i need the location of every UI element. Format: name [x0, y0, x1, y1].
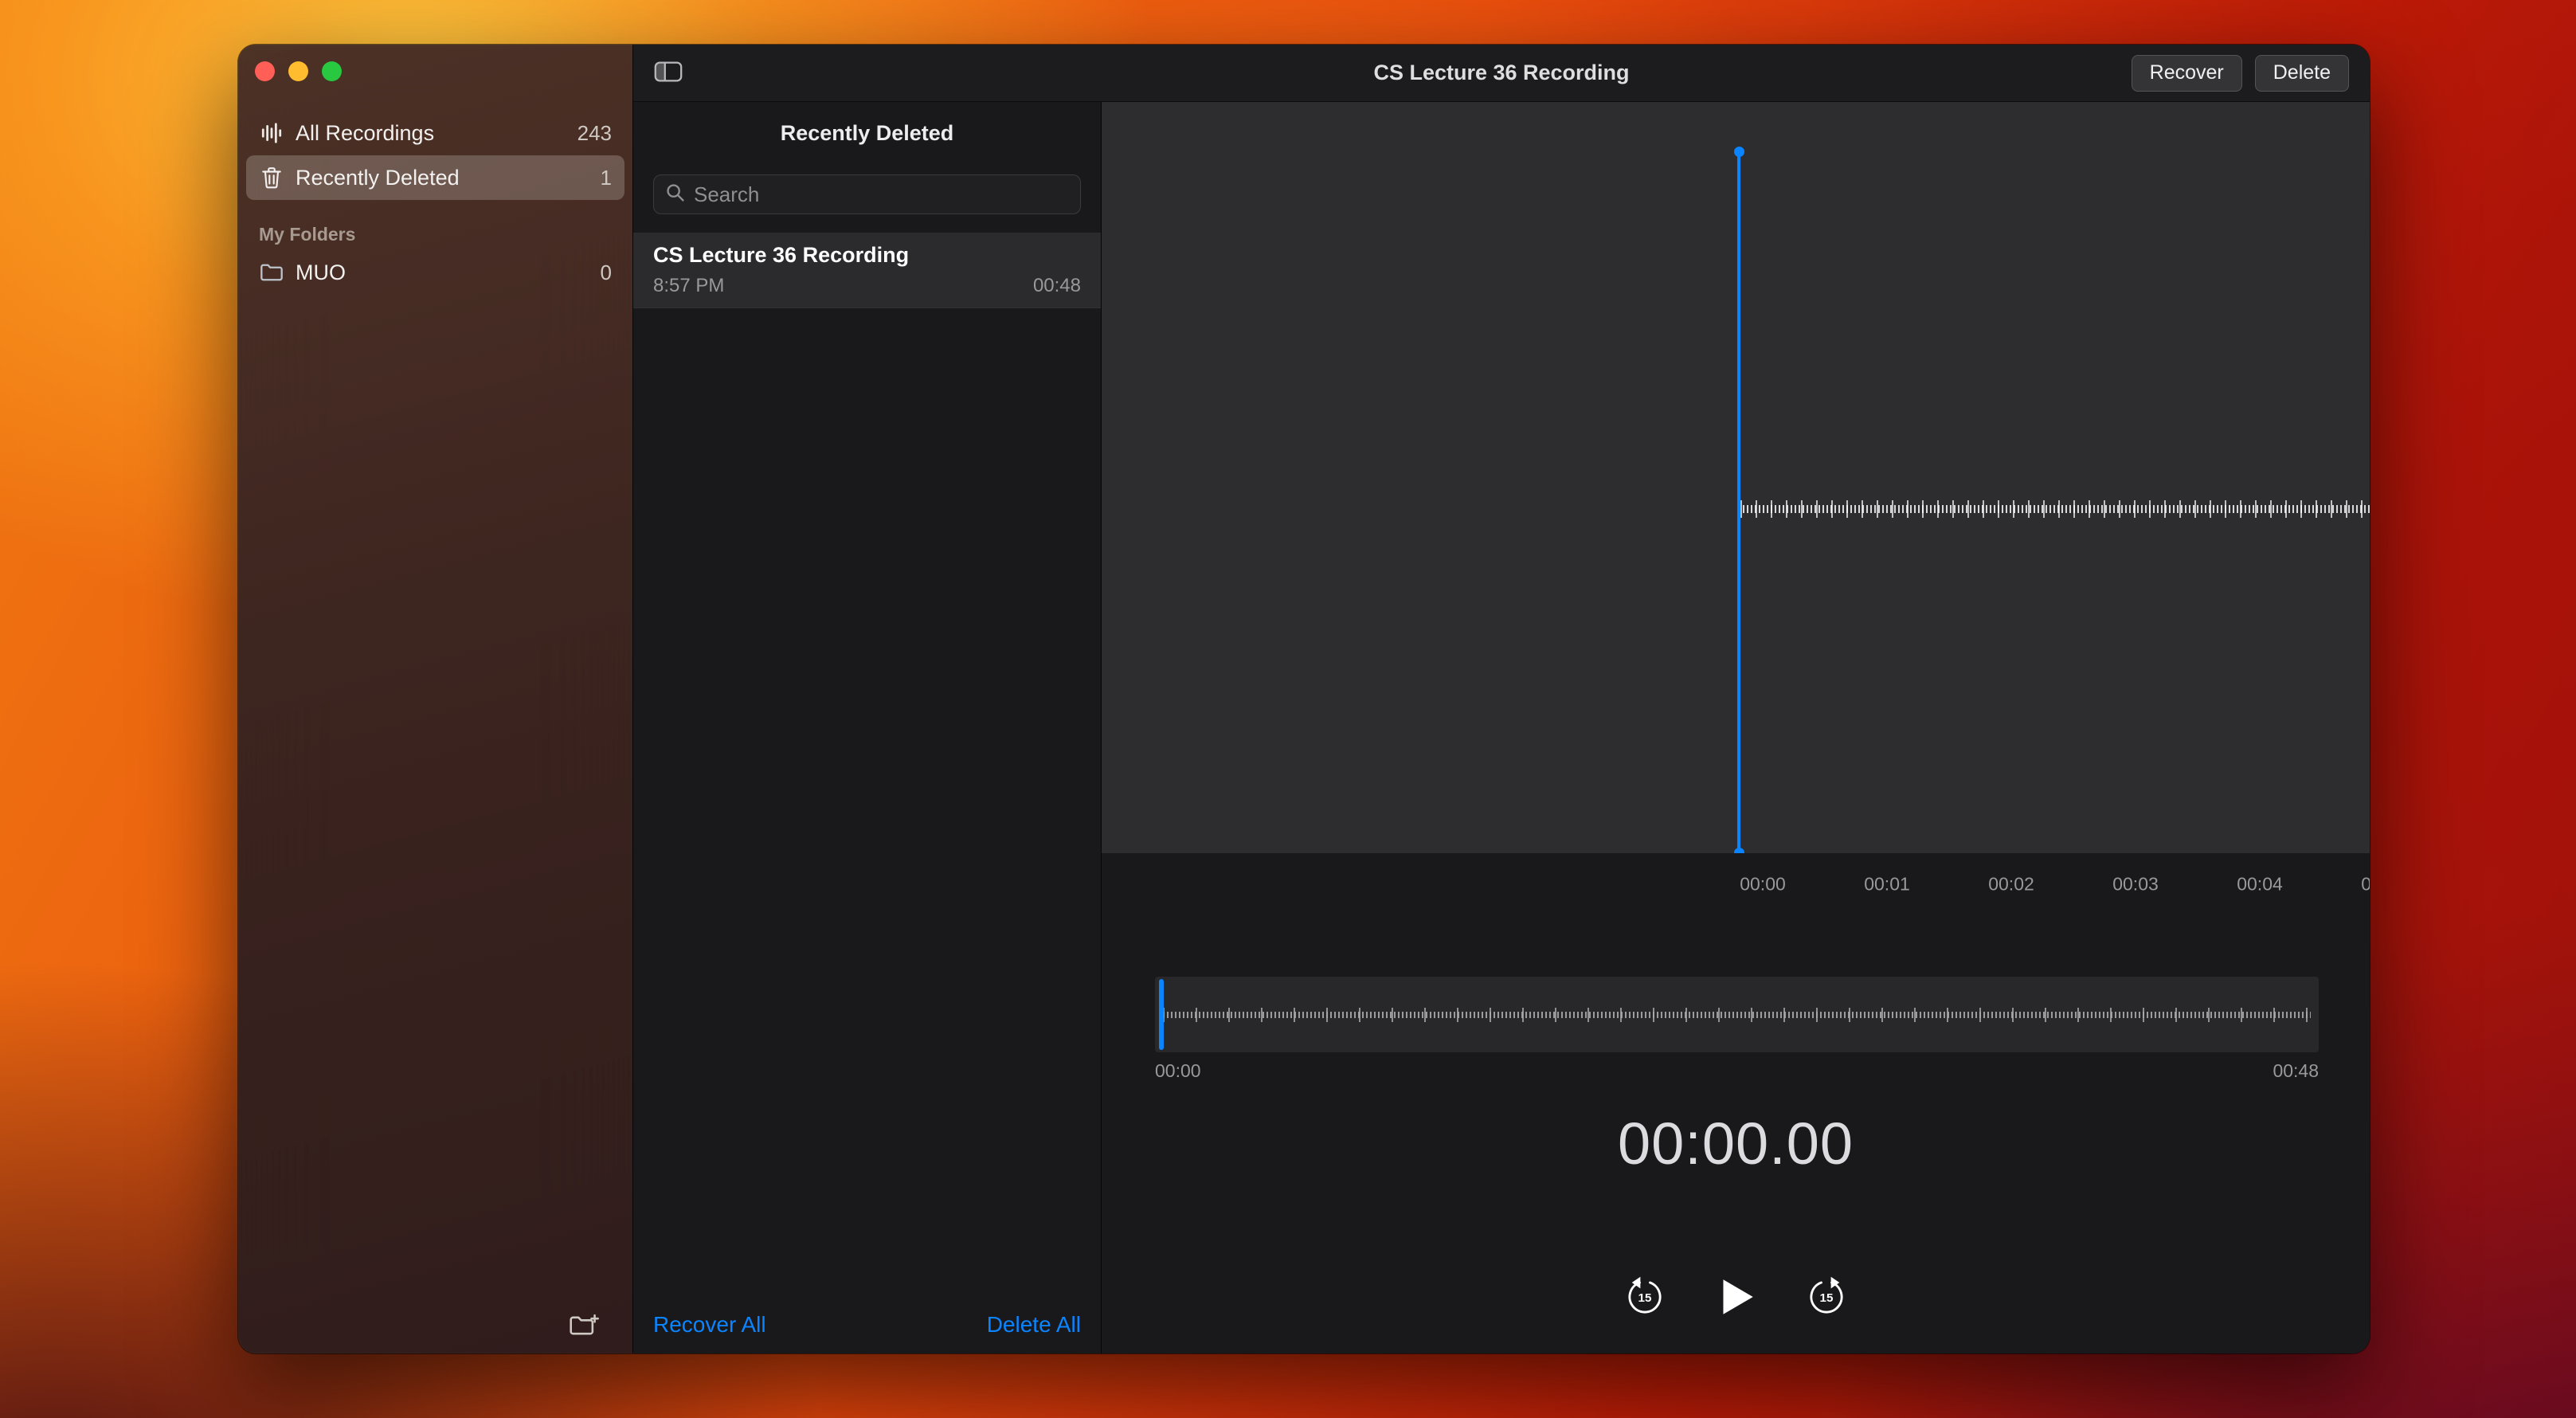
list-header: Recently Deleted — [633, 121, 1101, 146]
overview-start-time: 00:00 — [1155, 1060, 1201, 1082]
sidebar-item-count: 243 — [577, 121, 612, 146]
sidebar-item-count: 1 — [601, 166, 612, 190]
toggle-sidebar-button[interactable] — [654, 60, 683, 86]
minimize-icon[interactable] — [288, 61, 308, 81]
overview-end-time: 00:48 — [2273, 1060, 2319, 1082]
skip-back-15-button[interactable]: 15 — [1623, 1275, 1666, 1321]
recover-button[interactable]: Recover — [2132, 55, 2242, 92]
sidebar: All Recordings 243 Recently Deleted 1 My… — [238, 45, 632, 1353]
elapsed-time-display: 00:00.00 — [1102, 1110, 2370, 1177]
play-button[interactable] — [1713, 1274, 1759, 1322]
trash-icon — [259, 166, 284, 190]
skip-back-15-icon: 15 — [1623, 1275, 1666, 1321]
content: Recently Deleted CS Lecture 36 Recording — [633, 102, 2370, 1353]
play-icon — [1713, 1274, 1759, 1322]
waveform-icon — [259, 121, 284, 145]
sidebar-item-all-recordings[interactable]: All Recordings 243 — [246, 111, 624, 155]
overview-waveform-spikes — [1163, 1008, 2311, 1022]
waveform-area[interactable] — [1102, 102, 2370, 854]
new-folder-button[interactable] — [569, 1313, 599, 1341]
close-icon[interactable] — [255, 61, 275, 81]
time-ruler: 00:00 00:01 00:02 00:03 00:04 00:05 — [1102, 854, 2370, 914]
sidebar-toggle-icon — [654, 60, 683, 86]
voice-memos-window: All Recordings 243 Recently Deleted 1 My… — [238, 45, 2370, 1353]
player-detail-panel: 00:00 00:01 00:02 00:03 00:04 00:05 — [1102, 102, 2370, 1353]
main-region: CS Lecture 36 Recording Recover Delete R… — [632, 45, 2370, 1353]
svg-text:15: 15 — [1820, 1291, 1834, 1305]
skip-forward-15-icon: 15 — [1805, 1275, 1848, 1321]
overview-labels: 00:00 00:48 — [1155, 1060, 2319, 1082]
folder-icon — [259, 262, 284, 283]
ruler-label: 00:01 — [1864, 873, 1910, 895]
search-field[interactable] — [653, 174, 1081, 214]
player-controls-area: 00:00 00:48 00:00.00 15 — [1102, 914, 2370, 1353]
new-folder-icon — [569, 1329, 599, 1341]
recording-time: 8:57 PM — [653, 275, 724, 297]
sidebar-nav: All Recordings 243 Recently Deleted 1 My… — [246, 111, 624, 295]
desktop-wallpaper: All Recordings 243 Recently Deleted 1 My… — [0, 0, 2576, 1418]
sidebar-item-count: 0 — [601, 260, 612, 285]
recording-title: CS Lecture 36 Recording — [653, 243, 1081, 268]
sidebar-item-label: MUO — [296, 260, 589, 285]
list-item-recording[interactable]: CS Lecture 36 Recording 8:57 PM 00:48 — [633, 233, 1101, 308]
waveform-spikes — [1740, 500, 2370, 518]
search-input[interactable] — [694, 182, 1069, 207]
list-actions-bar: Recover All Delete All — [633, 1296, 1101, 1353]
recordings-list-panel: Recently Deleted CS Lecture 36 Recording — [633, 102, 1102, 1353]
ruler-label: 00:03 — [2112, 873, 2159, 895]
delete-button[interactable]: Delete — [2255, 55, 2349, 92]
sidebar-item-recently-deleted[interactable]: Recently Deleted 1 — [246, 155, 624, 200]
zoom-icon[interactable] — [322, 61, 342, 81]
window-title: CS Lecture 36 Recording — [633, 61, 2370, 85]
playhead[interactable] — [1737, 151, 1740, 853]
sidebar-section-header: My Folders — [259, 224, 612, 245]
sidebar-item-label: Recently Deleted — [296, 166, 589, 190]
playback-controls: 15 — [1102, 1274, 2370, 1322]
recover-all-button[interactable]: Recover All — [653, 1312, 766, 1338]
sidebar-item-label: All Recordings — [296, 121, 566, 146]
ruler-label: 00:00 — [1740, 873, 1786, 895]
search-icon — [665, 182, 686, 207]
titlebar: CS Lecture 36 Recording Recover Delete — [633, 45, 2370, 102]
overview-scrubber[interactable] — [1155, 977, 2319, 1052]
ruler-label: 00:04 — [2237, 873, 2283, 895]
delete-all-button[interactable]: Delete All — [987, 1312, 1081, 1338]
window-controls — [255, 61, 342, 81]
recording-duration: 00:48 — [1033, 275, 1081, 297]
sidebar-item-folder-muo[interactable]: MUO 0 — [246, 250, 624, 295]
ruler-label: 00:05 — [2361, 873, 2370, 895]
ruler-label: 00:02 — [1988, 873, 2034, 895]
titlebar-actions: Recover Delete — [2132, 55, 2349, 92]
skip-forward-15-button[interactable]: 15 — [1805, 1275, 1848, 1321]
overview-playhead[interactable] — [1159, 979, 1164, 1050]
svg-text:15: 15 — [1638, 1291, 1652, 1305]
